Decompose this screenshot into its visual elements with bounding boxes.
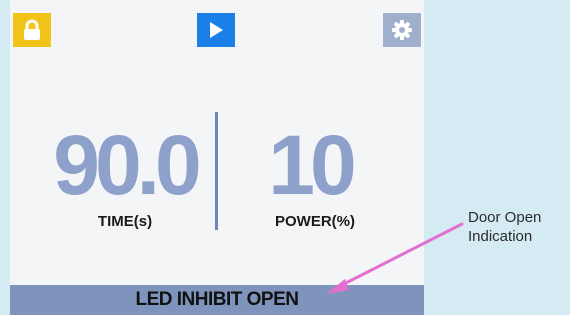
play-icon bbox=[210, 22, 223, 38]
status-text: LED INHIBIT OPEN bbox=[135, 289, 299, 310]
status-bar: LED INHIBIT OPEN bbox=[10, 285, 424, 315]
device-screen: 90.0 10 TIME(s) POWER(%) LED INHIBIT OPE… bbox=[10, 0, 424, 315]
time-label: TIME(s) bbox=[97, 213, 153, 230]
annotation-line-1: Door Open bbox=[468, 209, 542, 226]
door-open-annotation: Door Open Indication bbox=[468, 208, 541, 246]
lock-button[interactable] bbox=[13, 13, 51, 47]
power-value[interactable]: 10 bbox=[255, 120, 365, 210]
gear-icon bbox=[392, 20, 412, 40]
time-value[interactable]: 90.0 bbox=[40, 120, 210, 210]
center-divider bbox=[215, 112, 218, 230]
page: 90.0 10 TIME(s) POWER(%) LED INHIBIT OPE… bbox=[0, 0, 570, 315]
settings-button[interactable] bbox=[383, 13, 421, 47]
play-button[interactable] bbox=[197, 13, 235, 47]
lock-icon bbox=[24, 19, 40, 40]
annotation-line-2: Indication bbox=[468, 228, 533, 245]
power-label: POWER(%) bbox=[275, 213, 355, 230]
